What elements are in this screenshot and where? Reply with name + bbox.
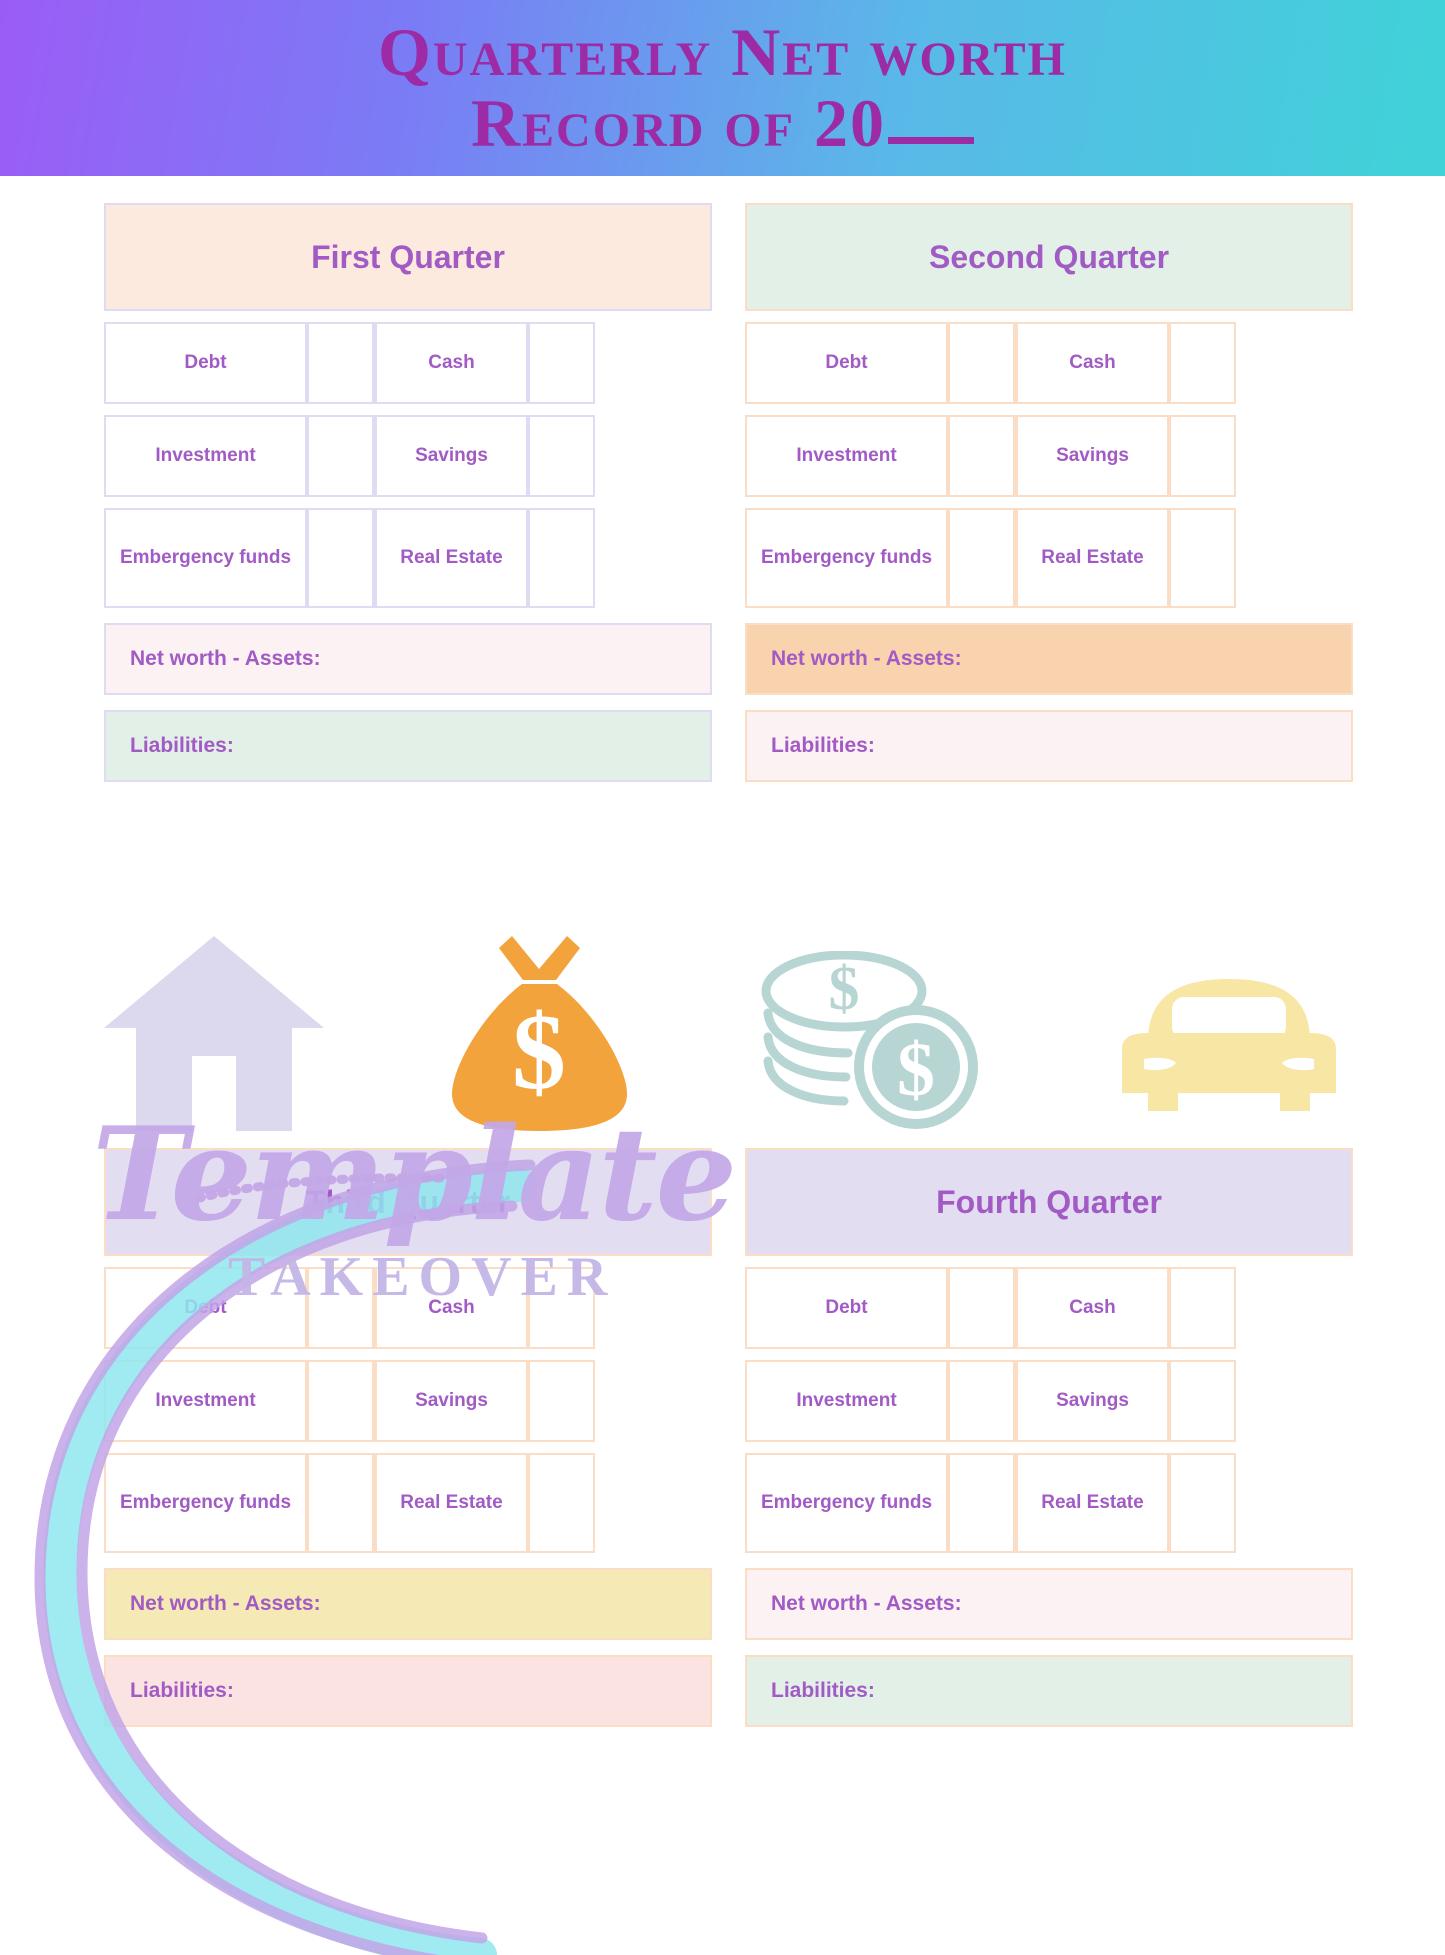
liabilities-bar[interactable]: Liabilities: [104,1655,712,1727]
label-debt: Debt [104,322,307,404]
input-real-estate[interactable] [1169,1453,1236,1553]
label-investment: Investment [104,415,307,497]
label-cash: Cash [375,322,528,404]
quarter-title-fourth: Fourth Quarter [745,1148,1353,1256]
car-icon [1114,971,1344,1131]
label-savings: Savings [1016,415,1169,497]
label-cash: Cash [1016,1267,1169,1349]
input-cash[interactable] [528,322,595,404]
label-real-estate: Real Estate [1016,508,1169,608]
label-real-estate: Real Estate [375,508,528,608]
quarter-row-debt-cash: Debt Cash [104,1267,712,1349]
quarter-row-emergency-realestate: Embergency funds Real Estate [104,508,712,608]
coins-icon: $ $ [756,951,986,1131]
year-blank-rule[interactable] [888,137,975,144]
quarter-row-investment-savings: Investment Savings [104,1360,712,1442]
input-emergency-funds[interactable] [948,1453,1015,1553]
label-savings: Savings [1016,1360,1169,1442]
input-cash[interactable] [1169,1267,1236,1349]
input-debt[interactable] [948,1267,1015,1349]
quarter-row-debt-cash: Debt Cash [745,1267,1353,1349]
label-debt: Debt [745,1267,948,1349]
quarters-top-row: First Quarter Debt Cash Investment Savin… [104,203,1353,782]
quarter-card-third: Third Quarter Debt Cash Investment Savin… [104,1148,712,1727]
label-real-estate: Real Estate [375,1453,528,1553]
quarter-row-emergency-realestate: Embergency funds Real Estate [745,1453,1353,1553]
label-net-worth-assets: Net worth - Assets: [771,647,962,670]
input-savings[interactable] [528,1360,595,1442]
input-cash[interactable] [1169,322,1236,404]
house-icon [104,936,324,1131]
svg-text:$: $ [512,993,566,1112]
label-cash: Cash [375,1267,528,1349]
quarter-title-third: Third Quarter [104,1148,712,1256]
net-worth-assets-bar[interactable]: Net worth - Assets: [745,623,1353,695]
liabilities-bar[interactable]: Liabilities: [104,710,712,782]
label-cash: Cash [1016,322,1169,404]
page-title-line-2: Record of 20 [471,89,975,157]
input-real-estate[interactable] [528,1453,595,1553]
quarter-card-fourth: Fourth Quarter Debt Cash Investment Savi… [745,1148,1353,1727]
label-savings: Savings [375,1360,528,1442]
input-emergency-funds[interactable] [307,508,374,608]
label-investment: Investment [745,415,948,497]
quarter-row-emergency-realestate: Embergency funds Real Estate [104,1453,712,1553]
input-savings[interactable] [528,415,595,497]
net-worth-assets-bar[interactable]: Net worth - Assets: [104,623,712,695]
input-debt[interactable] [307,1267,374,1349]
quarter-row-emergency-realestate: Embergency funds Real Estate [745,508,1353,608]
input-real-estate[interactable] [528,508,595,608]
label-emergency-funds: Embergency funds [745,1453,948,1553]
quarter-row-investment-savings: Investment Savings [104,415,712,497]
quarters-bottom-row: Third Quarter Debt Cash Investment Savin… [104,1148,1353,1727]
input-emergency-funds[interactable] [307,1453,374,1553]
label-liabilities: Liabilities: [771,1679,875,1702]
label-liabilities: Liabilities: [130,734,234,757]
label-net-worth-assets: Net worth - Assets: [771,1592,962,1615]
quarter-row-investment-savings: Investment Savings [745,415,1353,497]
quarter-title-second: Second Quarter [745,203,1353,311]
svg-text:$: $ [828,955,859,1023]
label-investment: Investment [104,1360,307,1442]
label-emergency-funds: Embergency funds [745,508,948,608]
money-bag-icon: $ [452,936,628,1131]
input-debt[interactable] [948,322,1015,404]
label-emergency-funds: Embergency funds [104,1453,307,1553]
label-savings: Savings [375,415,528,497]
quarter-card-first: First Quarter Debt Cash Investment Savin… [104,203,712,782]
label-debt: Debt [104,1267,307,1349]
svg-text:$: $ [897,1028,935,1112]
input-investment[interactable] [307,1360,374,1442]
net-worth-assets-bar[interactable]: Net worth - Assets: [104,1568,712,1640]
label-net-worth-assets: Net worth - Assets: [130,647,321,670]
input-investment[interactable] [948,415,1015,497]
page-title-line-2-text: Record of 20 [470,85,887,161]
label-emergency-funds: Embergency funds [104,508,307,608]
input-savings[interactable] [1169,1360,1236,1442]
decorative-icon-strip: $ $ $ [104,921,1344,1131]
label-net-worth-assets: Net worth - Assets: [130,1592,321,1615]
input-cash[interactable] [528,1267,595,1349]
input-savings[interactable] [1169,415,1236,497]
input-emergency-funds[interactable] [948,508,1015,608]
quarter-row-debt-cash: Debt Cash [104,322,712,404]
quarter-card-second: Second Quarter Debt Cash Investment Savi… [745,203,1353,782]
input-investment[interactable] [948,1360,1015,1442]
quarter-row-debt-cash: Debt Cash [745,322,1353,404]
page-title-line-1: Quarterly Net worth [378,14,1067,91]
page-header-banner: Quarterly Net worth Record of 20 [0,0,1445,176]
input-debt[interactable] [307,322,374,404]
input-real-estate[interactable] [1169,508,1236,608]
input-investment[interactable] [307,415,374,497]
label-investment: Investment [745,1360,948,1442]
liabilities-bar[interactable]: Liabilities: [745,710,1353,782]
liabilities-bar[interactable]: Liabilities: [745,1655,1353,1727]
label-liabilities: Liabilities: [771,734,875,757]
label-real-estate: Real Estate [1016,1453,1169,1553]
quarter-row-investment-savings: Investment Savings [745,1360,1353,1442]
net-worth-assets-bar[interactable]: Net worth - Assets: [745,1568,1353,1640]
quarter-title-first: First Quarter [104,203,712,311]
label-debt: Debt [745,322,948,404]
label-liabilities: Liabilities: [130,1679,234,1702]
